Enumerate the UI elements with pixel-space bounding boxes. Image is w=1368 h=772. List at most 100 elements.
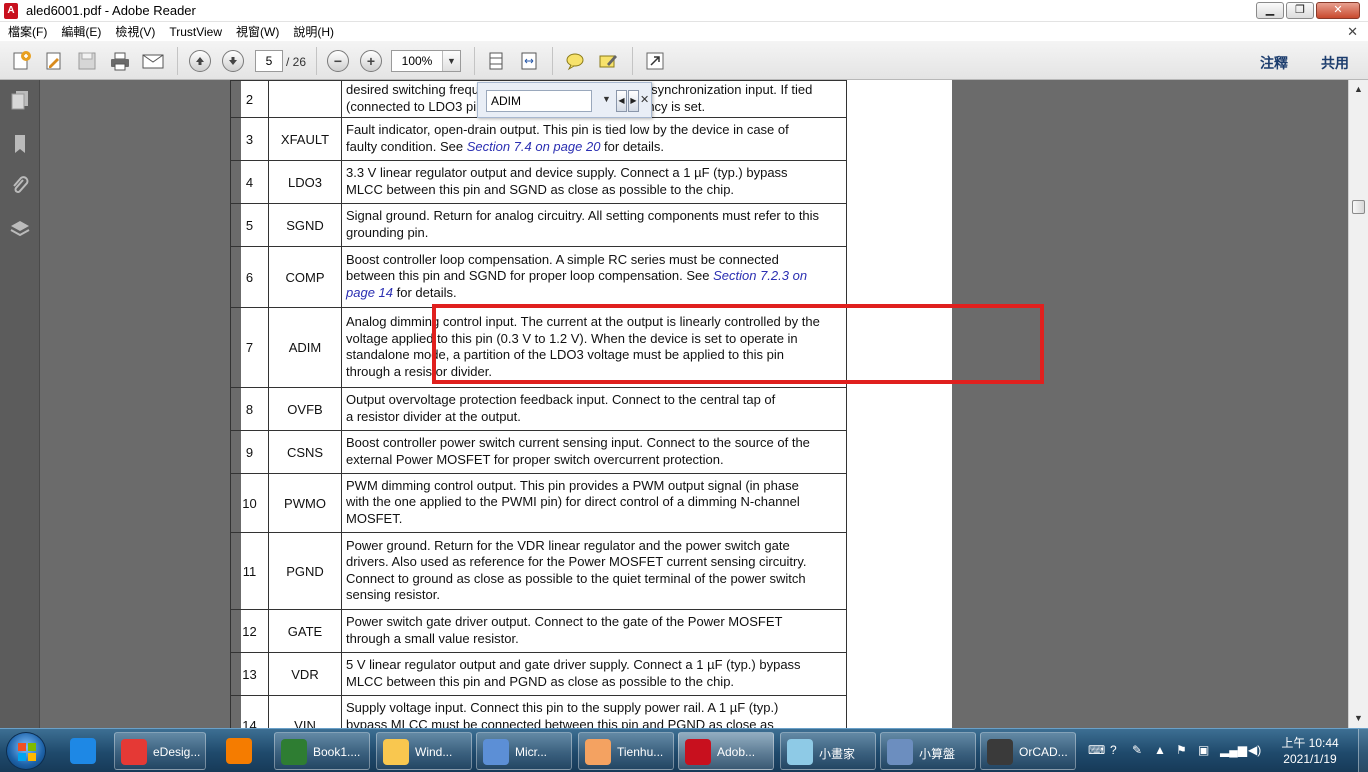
description-text: Signal ground. Return for analog circuit… <box>346 208 820 224</box>
pin-number: 7 <box>230 307 269 389</box>
pin-number: 11 <box>230 532 269 611</box>
share-panel-button[interactable]: 共用 <box>1321 53 1349 73</box>
chevron-down-icon[interactable]: ▼ <box>442 51 460 71</box>
cross-reference-link[interactable]: page 14 <box>346 285 393 300</box>
taskbar-app-6[interactable]: Micr... <box>476 732 572 770</box>
menu-window[interactable]: 視窗(W) <box>236 23 279 40</box>
pin-description: 5 V linear regulator output and gate dri… <box>341 652 847 697</box>
save-icon[interactable] <box>74 48 100 74</box>
menu-bar: 檔案(F) 編輯(E) 檢視(V) TrustView 視窗(W) 說明(H) … <box>0 22 1368 41</box>
zoom-value: 100% <box>401 54 433 68</box>
taskbar-app-3[interactable] <box>220 732 264 770</box>
find-next-button[interactable]: ▶ <box>628 90 639 112</box>
menu-trustview[interactable]: TrustView <box>169 25 222 39</box>
pen-icon[interactable]: ✎ <box>1132 743 1142 757</box>
paint-icon <box>787 739 813 765</box>
create-pdf-icon[interactable] <box>8 48 34 74</box>
description-text: a resistor divider at the output. <box>346 408 521 424</box>
previous-page-icon[interactable] <box>187 48 213 74</box>
document-view[interactable]: 2desired switching frequency. This pin i… <box>40 80 1348 728</box>
next-page-icon[interactable] <box>220 48 246 74</box>
volume-icon[interactable]: ◀) <box>1248 743 1261 757</box>
pin-description: Signal ground. Return for analog circuit… <box>341 203 847 248</box>
action-center-flag-icon[interactable]: ⚑ <box>1176 743 1187 757</box>
pin-number: 12 <box>230 609 269 654</box>
cross-reference-link[interactable]: Section 7.4 on page 20 <box>467 139 601 154</box>
folder-icon <box>383 739 409 765</box>
email-icon[interactable] <box>140 48 166 74</box>
show-hidden-icons-icon[interactable]: ▲ <box>1154 743 1166 757</box>
find-input[interactable] <box>486 90 592 112</box>
expand-icon[interactable] <box>642 48 668 74</box>
find-previous-button[interactable]: ◀ <box>616 90 627 112</box>
show-desktop-button[interactable] <box>1358 729 1368 772</box>
pin-name: VIN <box>268 695 342 728</box>
bookmark-icon[interactable] <box>8 132 32 156</box>
pin-number: 10 <box>230 473 269 534</box>
close-button[interactable]: ✕ <box>1316 2 1360 19</box>
pin-number: 6 <box>230 246 269 309</box>
help-icon[interactable]: ? <box>1110 743 1117 757</box>
comment-icon[interactable] <box>562 48 588 74</box>
start-button[interactable] <box>6 732 46 770</box>
taskbar-app-5[interactable]: Wind... <box>376 732 472 770</box>
pages-thumbnail-icon[interactable] <box>8 88 32 112</box>
zoom-out-icon[interactable]: − <box>325 48 351 74</box>
scroll-down-arrow-icon[interactable]: ▼ <box>1351 711 1366 726</box>
zoom-in-icon[interactable]: + <box>358 48 384 74</box>
taskbar-app-7[interactable]: Tienhu... <box>578 732 674 770</box>
taskbar-app-1[interactable] <box>64 732 108 770</box>
vertical-scrollbar[interactable]: ▲ ▼ <box>1348 80 1368 728</box>
description-text: Supply voltage input. Connect this pin t… <box>346 700 779 716</box>
minimize-button[interactable]: ▁ <box>1256 2 1284 19</box>
menu-help[interactable]: 說明(H) <box>293 23 334 40</box>
fit-width-icon[interactable] <box>516 48 542 74</box>
maximize-button[interactable]: ❐ <box>1286 2 1314 19</box>
taskbar-app-label: Tienhu... <box>617 745 664 759</box>
menu-edit[interactable]: 編輯(E) <box>61 23 101 40</box>
page-number-input[interactable] <box>255 50 283 72</box>
pin-number: 3 <box>230 117 269 162</box>
cross-reference-link[interactable]: Section 7.2.3 on <box>713 268 807 283</box>
device-icon[interactable]: ▣ <box>1198 743 1209 757</box>
pin-name: PWMO <box>268 473 342 534</box>
taskbar-app-10[interactable]: 小算盤 <box>880 732 976 770</box>
pin-name: COMP <box>268 246 342 309</box>
menu-view[interactable]: 檢視(V) <box>115 23 155 40</box>
table-row: 11 PGND Power ground. Return for the VDR l… <box>230 532 847 611</box>
taskbar-app-8[interactable]: Adob... <box>678 732 774 770</box>
keyboard-icon[interactable]: ⌨ <box>1088 743 1105 757</box>
scroll-up-arrow-icon[interactable]: ▲ <box>1351 82 1366 97</box>
clock-date[interactable]: 2021/1/19 <box>1280 752 1340 766</box>
document-close-button[interactable]: ✕ <box>1347 24 1358 40</box>
edit-document-icon[interactable] <box>41 48 67 74</box>
description-text: Analog dimming control input. The curren… <box>346 314 820 329</box>
zoom-select[interactable]: 100% ▼ <box>391 50 461 72</box>
taskbar-app-9[interactable]: 小畫家 <box>780 732 876 770</box>
description-text: Output overvoltage protection feedback i… <box>346 392 776 408</box>
attachment-icon[interactable] <box>8 174 32 198</box>
scrollbar-thumb[interactable] <box>1352 200 1365 214</box>
description-text: MLCC between this pin and SGND as close … <box>346 181 735 197</box>
layers-icon[interactable] <box>8 217 32 241</box>
pin-number: 13 <box>230 652 269 697</box>
menu-file[interactable]: 檔案(F) <box>8 23 47 40</box>
find-close-button[interactable]: ✕ <box>640 93 649 106</box>
highlight-tool-icon[interactable] <box>595 48 621 74</box>
description-text: Power ground. Return for the VDR linear … <box>346 537 790 553</box>
taskbar-app-11[interactable]: OrCAD... <box>980 732 1076 770</box>
print-icon[interactable] <box>107 48 133 74</box>
chevron-down-icon[interactable]: ▼ <box>602 94 611 104</box>
taskbar-app-2[interactable]: eDesig... <box>114 732 206 770</box>
pin-name: XFAULT <box>268 117 342 162</box>
pin-description: 3.3 V linear regulator output and device… <box>341 160 847 205</box>
network-signal-icon[interactable]: ▂▄▆ <box>1220 743 1247 757</box>
comment-panel-button[interactable]: 注釋 <box>1260 53 1288 73</box>
fit-page-icon[interactable] <box>483 48 509 74</box>
clock-time[interactable]: 上午 10:44 <box>1280 734 1340 751</box>
pin-name: ADIM <box>268 307 342 389</box>
taskbar-app-4[interactable]: Book1.... <box>274 732 370 770</box>
pin-name: LDO3 <box>268 160 342 205</box>
pin-description: Fault indicator, open-drain output. This… <box>341 117 847 162</box>
chat-app-icon <box>585 739 611 765</box>
